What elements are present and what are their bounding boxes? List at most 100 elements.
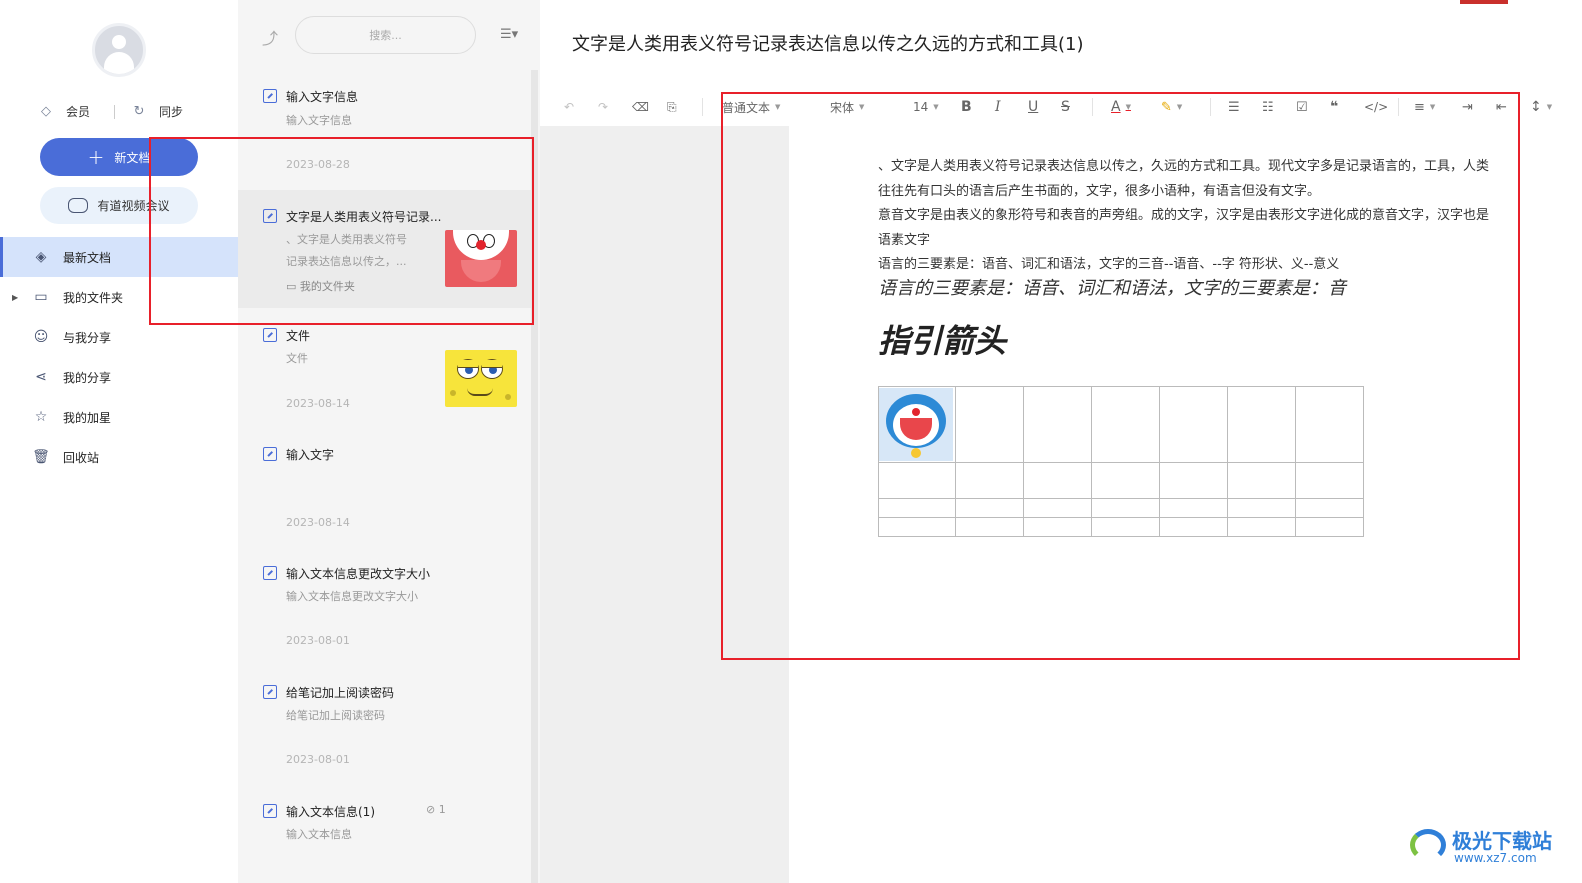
table-cell[interactable] — [878, 498, 956, 518]
spongebob-thumbnail — [445, 350, 517, 407]
code-icon[interactable]: </> — [1364, 89, 1388, 125]
table-cell[interactable] — [1023, 386, 1092, 463]
document-table[interactable] — [878, 386, 1364, 537]
table-cell[interactable] — [1295, 498, 1364, 518]
format-painter-icon[interactable]: ⎘ — [667, 89, 677, 125]
table-cell[interactable] — [955, 498, 1024, 518]
chevron-down-icon: ▼ — [1429, 103, 1436, 111]
font-color-icon[interactable]: A ▼ — [1111, 89, 1131, 125]
document-icon — [263, 685, 277, 699]
table-cell[interactable] — [1023, 498, 1092, 518]
table-cell[interactable] — [955, 462, 1024, 499]
sidebar-item-my-shares[interactable]: ⋖ 我的分享 — [0, 357, 238, 397]
search-input[interactable]: 搜索... — [295, 16, 476, 54]
list-item-selected[interactable]: 文字是人类用表义符号记录... 、文字是人类用表义符号 记录表达信息以传之，..… — [238, 190, 531, 308]
sync-icon[interactable]: ↻ — [131, 104, 147, 120]
table-cell[interactable] — [1227, 462, 1296, 499]
editor-pane: 文字是人类用表义符号记录表达信息以传之久远的方式和工具(1) ↶ ↷ ⌫ ⎘ 普… — [540, 0, 1582, 883]
list-toolbar: ⤴ 搜索... ☰▾ — [238, 16, 540, 56]
sidebar-item-trash[interactable]: 🗑 回收站 — [0, 437, 238, 477]
font-size-select[interactable]: 14 ▼ — [913, 89, 939, 125]
underline-icon[interactable]: U — [1028, 89, 1038, 125]
font-family-select[interactable]: 宋体 ▼ — [830, 89, 864, 125]
table-cell[interactable] — [1295, 517, 1364, 537]
table-cell[interactable] — [1091, 498, 1160, 518]
redo-icon[interactable]: ↷ — [598, 89, 608, 125]
sync-label[interactable]: 同步 — [159, 103, 183, 120]
attachment-count: ⊘ 1 — [426, 803, 446, 816]
bold-icon[interactable]: B — [961, 89, 972, 125]
list-item[interactable]: 输入文本信息(1) ⊘ 1 输入文本信息 — [238, 788, 531, 883]
body-paragraph: 语言的三要素是：语音、词汇和语法，文字的三音--语音、--字 符形状、义--意义 — [878, 257, 1340, 272]
search-placeholder: 搜索... — [369, 29, 402, 42]
table-cell[interactable] — [1295, 462, 1364, 499]
avatar[interactable] — [92, 23, 146, 77]
list-item[interactable]: 输入文本信息更改文字大小 输入文本信息更改文字大小 2023-08-01 — [238, 550, 531, 660]
doc-title: 输入文本信息更改文字大小 — [286, 567, 431, 581]
sidebar-item-my-folder[interactable]: ▶ ▭ 我的文件夹 — [0, 277, 238, 317]
italic-paragraph: 语言的三要素是：语音、词汇和语法，文字的三要素是：音 — [878, 277, 1346, 299]
go-up-icon[interactable]: ⤴ — [262, 25, 278, 49]
sidebar-item-starred[interactable]: ☆ 我的加星 — [0, 397, 238, 437]
checkbox-list-icon[interactable]: ☑ — [1296, 89, 1308, 125]
chevron-down-icon: ▼ — [859, 103, 865, 111]
window-control-mark — [1460, 0, 1508, 4]
table-cell[interactable] — [878, 517, 956, 537]
table-cell[interactable] — [1159, 498, 1228, 518]
align-left-icon[interactable]: ≡ ▼ — [1414, 89, 1435, 125]
indent-increase-icon[interactable]: ⇥ — [1462, 89, 1473, 125]
indent-decrease-icon[interactable]: ⇤ — [1496, 89, 1507, 125]
quote-icon[interactable]: ❝ — [1330, 89, 1338, 125]
attachment-count-value: 1 — [438, 803, 446, 816]
strikethrough-icon[interactable]: S — [1061, 89, 1070, 125]
table-cell[interactable] — [1023, 517, 1092, 537]
table-cell[interactable] — [1227, 517, 1296, 537]
list-item[interactable]: 给笔记加上阅读密码 给笔记加上阅读密码 2023-08-01 — [238, 669, 531, 779]
table-cell[interactable] — [878, 386, 956, 463]
table-cell[interactable] — [878, 462, 956, 499]
doc-title: 输入文本信息(1) — [286, 805, 375, 819]
thumb-spot — [505, 394, 511, 400]
video-meeting-button[interactable]: 有道视频会议 — [40, 187, 198, 224]
diamond-icon[interactable]: ◇ — [38, 104, 54, 120]
table-cell[interactable] — [1227, 498, 1296, 518]
table-cell[interactable] — [1159, 462, 1228, 499]
sidebar-item-recent[interactable]: ◈ 最新文档 — [0, 237, 238, 277]
undo-icon[interactable]: ↶ — [564, 89, 574, 125]
table-cell[interactable] — [1091, 517, 1160, 537]
numbered-list-icon[interactable]: ☷ — [1262, 89, 1274, 125]
doraemon-image[interactable] — [879, 388, 953, 461]
table-cell[interactable] — [1023, 462, 1092, 499]
thumb-eye — [481, 359, 503, 379]
highlight-icon[interactable]: ✎ ▼ — [1161, 89, 1182, 125]
list-scrollbar[interactable] — [531, 70, 538, 883]
sidebar-item-label: 我的文件夹 — [63, 290, 124, 305]
italic-icon[interactable]: I — [995, 89, 1001, 125]
new-document-button[interactable]: + 新文档 — [40, 138, 198, 176]
eraser-icon[interactable]: ⌫ — [632, 89, 649, 125]
list-item[interactable]: 文件 文件 2023-08-14 — [238, 312, 531, 422]
paragraph-style-select[interactable]: 普通文本 ▼ — [722, 89, 780, 125]
table-cell[interactable] — [1227, 386, 1296, 463]
sidebar-item-label: 我的分享 — [63, 370, 112, 385]
list-item[interactable]: 输入文字信息 输入文字信息 2023-08-28 — [238, 76, 531, 186]
star-icon: ☆ — [34, 409, 48, 425]
table-cell[interactable] — [1295, 386, 1364, 463]
toolbar-divider — [1210, 98, 1211, 116]
table-cell[interactable] — [1159, 517, 1228, 537]
table-cell[interactable] — [955, 386, 1024, 463]
bullet-list-icon[interactable]: ☰ — [1228, 89, 1240, 125]
vip-label[interactable]: 会员 — [66, 103, 90, 120]
paperclip-icon: ⊘ — [426, 803, 439, 816]
table-cell[interactable] — [955, 517, 1024, 537]
expand-caret-icon[interactable]: ▶ — [12, 293, 18, 302]
table-cell[interactable] — [1091, 386, 1160, 463]
document-body[interactable]: 、文字是人类用表义符号记录表达信息以传之，久远的方式和工具。现代文字多是记录语言… — [878, 155, 1493, 362]
sidebar-item-shared-with-me[interactable]: ☺ 与我分享 — [0, 317, 238, 357]
list-item[interactable]: 输入文字 2023-08-14 — [238, 431, 531, 541]
document-title[interactable]: 文字是人类用表义符号记录表达信息以传之久远的方式和工具(1) — [572, 30, 1084, 56]
line-height-icon[interactable]: ↕ ▼ — [1530, 89, 1552, 125]
table-cell[interactable] — [1091, 462, 1160, 499]
table-cell[interactable] — [1159, 386, 1228, 463]
list-view-icon[interactable]: ☰▾ — [500, 27, 518, 42]
